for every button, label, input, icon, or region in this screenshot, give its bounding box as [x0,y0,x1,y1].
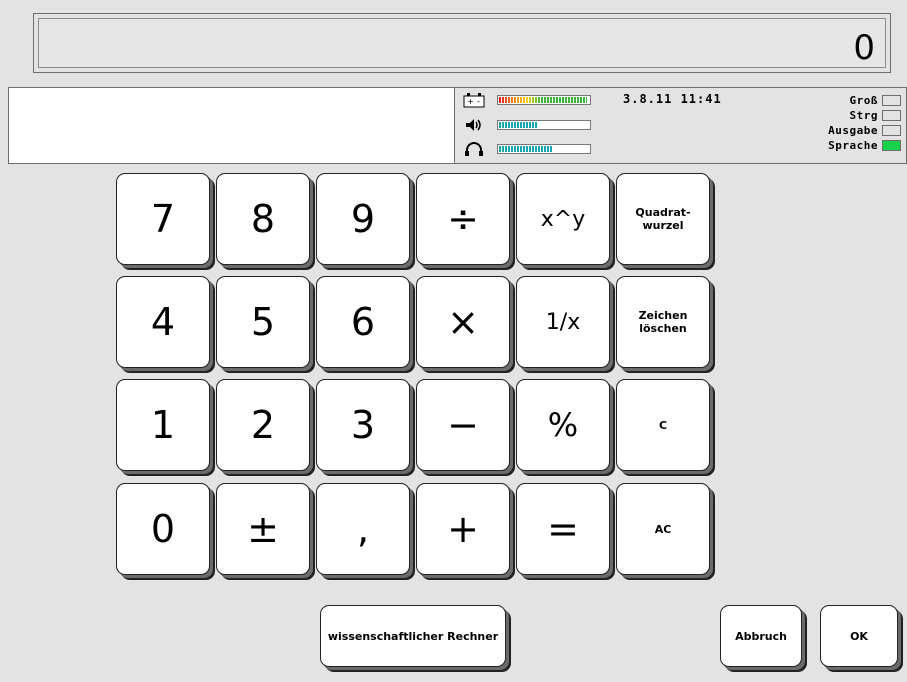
key-2[interactable]: 2 [216,379,310,471]
headphone-level-fill [499,146,553,152]
message-box [9,88,455,163]
volume-level-fill [499,122,539,128]
result-display: 0 [33,13,891,73]
result-display-frame: 0 [38,18,886,68]
svg-text:-: - [477,97,480,106]
key-5[interactable]: 5 [216,276,310,368]
key-percent[interactable]: % [516,379,610,471]
key-0[interactable]: 0 [116,483,210,575]
key-4[interactable]: 4 [116,276,210,368]
cancel-button[interactable]: Abbruch [720,605,802,667]
status-panel: + - Groß Strg Ausgabe Sprache [8,87,907,164]
flag-ausgabe-label: Ausgabe [828,123,878,137]
date-time: 3.8.11 11:41 [623,92,722,106]
flag-gross-led [882,94,901,106]
headphone-icon [463,141,485,157]
key-9[interactable]: 9 [316,173,410,265]
battery-level-bar [497,95,591,105]
flag-sprache-label: Sprache [828,138,878,152]
key-3[interactable]: 3 [316,379,410,471]
speaker-icon [463,117,485,133]
key-clear[interactable]: C [616,379,710,471]
flag-ausgabe-led [882,124,901,136]
flag-ausgabe: Ausgabe [828,123,901,137]
key-6[interactable]: 6 [316,276,410,368]
flag-sprache: Sprache [828,138,901,152]
ok-button[interactable]: OK [820,605,898,667]
key-decimal-comma[interactable]: , [316,483,410,575]
flag-strg-led [882,109,901,121]
key-1[interactable]: 1 [116,379,210,471]
key-reciprocal[interactable]: 1/x [516,276,610,368]
key-minus[interactable]: − [416,379,510,471]
volume-indicator [463,117,603,133]
key-power[interactable]: x^y [516,173,610,265]
battery-icon: + - [463,92,485,108]
flag-gross: Groß [849,93,901,107]
key-7[interactable]: 7 [116,173,210,265]
flag-gross-label: Groß [849,93,878,107]
scientific-calculator-button[interactable]: wissenschaftlicher Rechner [320,605,506,667]
headphone-level-bar [497,144,591,154]
key-divide[interactable]: ÷ [416,173,510,265]
key-plus[interactable]: + [416,483,510,575]
svg-text:+: + [467,97,474,106]
battery-indicator: + - [463,92,603,108]
battery-level-fill [499,97,588,103]
key-all-clear[interactable]: AC [616,483,710,575]
volume-level-bar [497,120,591,130]
flag-strg: Strg [849,108,901,122]
flag-strg-label: Strg [849,108,878,122]
key-square-root[interactable]: Quadrat- wurzel [616,173,710,265]
flag-sprache-led [882,139,901,151]
key-equals[interactable]: = [516,483,610,575]
headphone-indicator [463,141,603,157]
key-multiply[interactable]: × [416,276,510,368]
key-plus-minus[interactable]: ± [216,483,310,575]
result-value: 0 [853,28,875,68]
key-backspace[interactable]: Zeichen löschen [616,276,710,368]
key-8[interactable]: 8 [216,173,310,265]
